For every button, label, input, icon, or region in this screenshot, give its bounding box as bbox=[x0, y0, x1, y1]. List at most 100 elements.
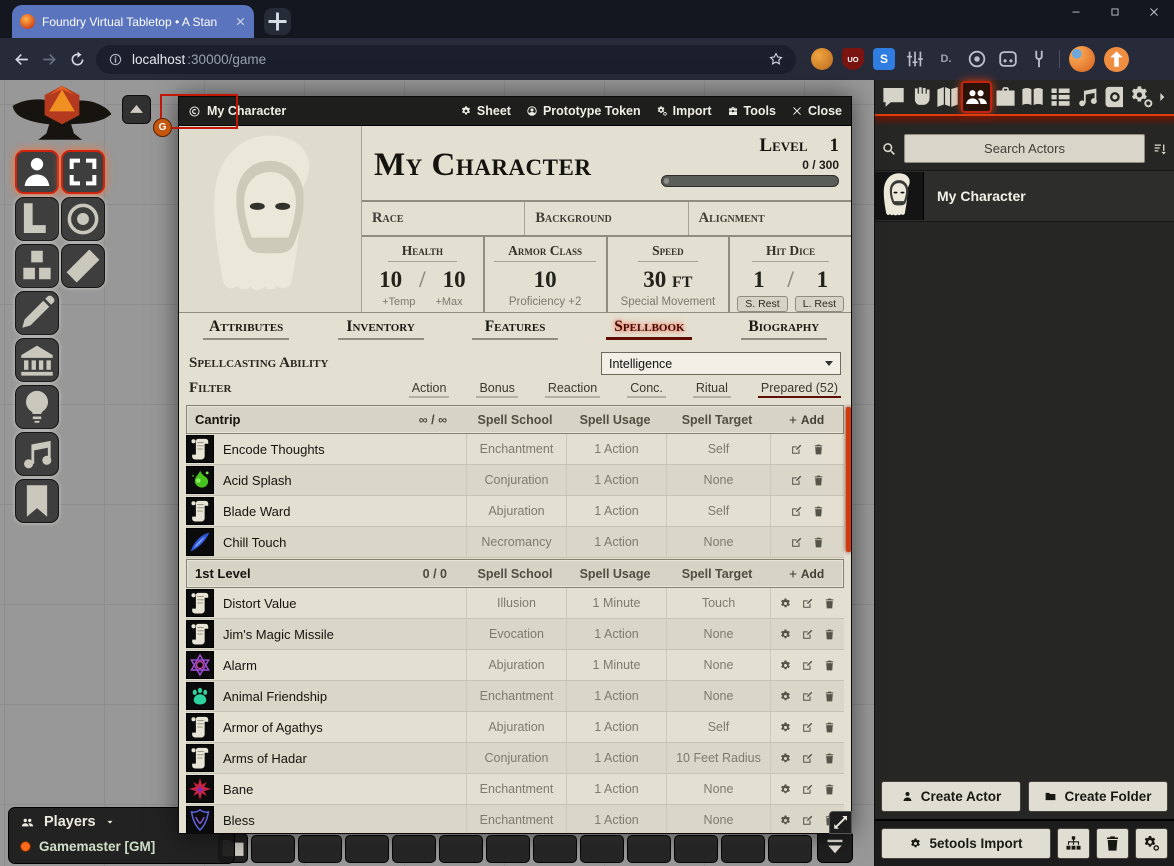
prototype-token-button[interactable]: Prototype Token bbox=[526, 104, 641, 118]
spell-edit-icon[interactable] bbox=[801, 814, 814, 827]
camera-extension-icon[interactable] bbox=[966, 48, 988, 70]
xp-value[interactable]: 0 / 300 bbox=[661, 158, 839, 172]
spell-delete-icon[interactable] bbox=[812, 443, 825, 456]
fork-extension-icon[interactable] bbox=[1028, 48, 1050, 70]
directory-settings-button[interactable] bbox=[1135, 828, 1168, 859]
site-info-icon[interactable] bbox=[108, 52, 123, 67]
spell-edit-icon[interactable] bbox=[801, 783, 814, 796]
sidebar-tab-scenes[interactable] bbox=[934, 83, 961, 111]
tools-button[interactable]: Tools bbox=[727, 104, 776, 118]
sheet-window-title[interactable]: My Character bbox=[188, 104, 445, 118]
spell-row[interactable]: Animal Friendship Enchantment 1 Action N… bbox=[186, 681, 844, 712]
s-extension-icon[interactable]: S bbox=[873, 48, 895, 70]
long-rest-button[interactable]: L. Rest bbox=[795, 296, 844, 312]
spell-edit-icon[interactable] bbox=[801, 628, 814, 641]
sidebar-tab-combat[interactable] bbox=[907, 83, 934, 111]
window-minimize-button[interactable] bbox=[1070, 6, 1082, 18]
sidebar-tab-playlists[interactable] bbox=[1074, 83, 1101, 111]
spell-name[interactable]: Alarm bbox=[223, 658, 257, 673]
scroll-icon[interactable] bbox=[186, 435, 214, 463]
spell-edit-icon[interactable] bbox=[790, 505, 803, 518]
animal-friendship-icon[interactable] bbox=[186, 682, 214, 710]
browser-profile-avatar[interactable] bbox=[1069, 46, 1095, 72]
macro-slot[interactable] bbox=[345, 835, 389, 863]
spell-delete-icon[interactable] bbox=[823, 628, 836, 641]
scroll-icon[interactable] bbox=[186, 497, 214, 525]
hp-max[interactable]: 10 bbox=[443, 267, 466, 293]
spell-name[interactable]: Blade Ward bbox=[223, 504, 290, 519]
browser-tab[interactable]: Foundry Virtual Tabletop • A Stan bbox=[12, 5, 254, 38]
spell-name[interactable]: Jim's Magic Missile bbox=[223, 627, 334, 642]
spell-gear-icon[interactable] bbox=[779, 783, 792, 796]
player-entry[interactable]: Gamemaster [GM] bbox=[20, 839, 223, 854]
chill-touch-icon[interactable] bbox=[186, 528, 214, 556]
spell-edit-icon[interactable] bbox=[790, 443, 803, 456]
spell-row[interactable]: Arms of Hadar Conjuration 1 Action 10 Fe… bbox=[186, 743, 844, 774]
sidebar-tab-items[interactable] bbox=[992, 83, 1019, 111]
sidebar-tab-collapse[interactable] bbox=[1155, 83, 1169, 111]
spell-row[interactable]: Chill Touch Necromancy 1 Action None bbox=[186, 527, 844, 558]
spell-edit-icon[interactable] bbox=[801, 597, 814, 610]
speed-value[interactable]: 30 ft bbox=[643, 267, 692, 293]
special-movement-label[interactable]: Special Movement bbox=[621, 296, 716, 308]
hp-tempmax-label[interactable]: +Max bbox=[435, 296, 462, 308]
delete-all-button[interactable] bbox=[1096, 828, 1129, 859]
spell-delete-icon[interactable] bbox=[823, 597, 836, 610]
scroll-icon[interactable] bbox=[186, 620, 214, 648]
add-spell-button[interactable]: Add bbox=[769, 567, 843, 581]
sidebar-tab-compendium[interactable] bbox=[1101, 83, 1128, 111]
filter-conc-[interactable]: Conc. bbox=[627, 381, 666, 398]
bane-icon[interactable] bbox=[186, 775, 214, 803]
sounds-control-button[interactable] bbox=[15, 432, 59, 476]
spell-name[interactable]: Chill Touch bbox=[223, 535, 286, 550]
window-close-button[interactable] bbox=[1148, 6, 1160, 18]
spell-gear-icon[interactable] bbox=[779, 597, 792, 610]
d-extension-icon[interactable]: D. bbox=[935, 48, 957, 70]
spell-name[interactable]: Armor of Agathys bbox=[223, 720, 323, 735]
level-value[interactable]: 1 bbox=[830, 135, 840, 157]
spell-gear-icon[interactable] bbox=[779, 814, 792, 827]
spell-delete-icon[interactable] bbox=[823, 721, 836, 734]
hit-dice-max[interactable]: 1 bbox=[817, 267, 829, 293]
spell-edit-icon[interactable] bbox=[801, 752, 814, 765]
add-spell-button[interactable]: Add bbox=[769, 413, 843, 427]
spell-edit-icon[interactable] bbox=[790, 536, 803, 549]
tiles-control-button[interactable] bbox=[15, 244, 59, 288]
spellcasting-ability-select[interactable]: Intelligence bbox=[601, 352, 841, 375]
bookmark-star-icon[interactable] bbox=[768, 51, 784, 67]
macro-slot[interactable] bbox=[768, 835, 812, 863]
tab-attributes[interactable]: Attributes bbox=[179, 318, 313, 343]
macro-slot[interactable] bbox=[392, 835, 436, 863]
sidebar-tab-journal[interactable] bbox=[1019, 83, 1046, 111]
target-tool-button[interactable] bbox=[61, 197, 105, 241]
spell-name[interactable]: Bless bbox=[223, 813, 255, 828]
back-button[interactable] bbox=[12, 50, 31, 69]
spell-name[interactable]: Animal Friendship bbox=[223, 689, 327, 704]
spell-name[interactable]: Distort Value bbox=[223, 596, 296, 611]
spell-gear-icon[interactable] bbox=[779, 752, 792, 765]
alarm-icon[interactable] bbox=[186, 651, 214, 679]
spell-gear-icon[interactable] bbox=[779, 628, 792, 641]
spell-delete-icon[interactable] bbox=[812, 536, 825, 549]
macro-slot[interactable] bbox=[486, 835, 530, 863]
macro-slot[interactable] bbox=[533, 835, 577, 863]
lighting-control-button[interactable] bbox=[15, 385, 59, 429]
hp-temp-label[interactable]: +Temp bbox=[382, 296, 415, 308]
folder-tree-button[interactable] bbox=[1057, 828, 1090, 859]
macro-slot[interactable] bbox=[674, 835, 718, 863]
hp-current[interactable]: 10 bbox=[379, 267, 402, 293]
box-extension-icon[interactable] bbox=[997, 48, 1019, 70]
spell-row[interactable]: Bless Enchantment 1 Action None bbox=[186, 805, 844, 833]
tab-spellbook[interactable]: Spellbook bbox=[582, 318, 716, 343]
reload-button[interactable] bbox=[68, 50, 87, 69]
spell-edit-icon[interactable] bbox=[801, 659, 814, 672]
new-tab-button[interactable] bbox=[264, 8, 291, 35]
spell-row[interactable]: Armor of Agathys Abjuration 1 Action Sel… bbox=[186, 712, 844, 743]
macro-slot[interactable] bbox=[251, 835, 295, 863]
spell-row[interactable]: Acid Splash Conjuration 1 Action None bbox=[186, 465, 844, 496]
filter-bonus[interactable]: Bonus bbox=[476, 381, 517, 398]
spell-edit-icon[interactable] bbox=[801, 721, 814, 734]
scroll-icon[interactable] bbox=[186, 589, 214, 617]
scroll-icon[interactable] bbox=[186, 713, 214, 741]
window-maximize-button[interactable] bbox=[1109, 6, 1121, 18]
